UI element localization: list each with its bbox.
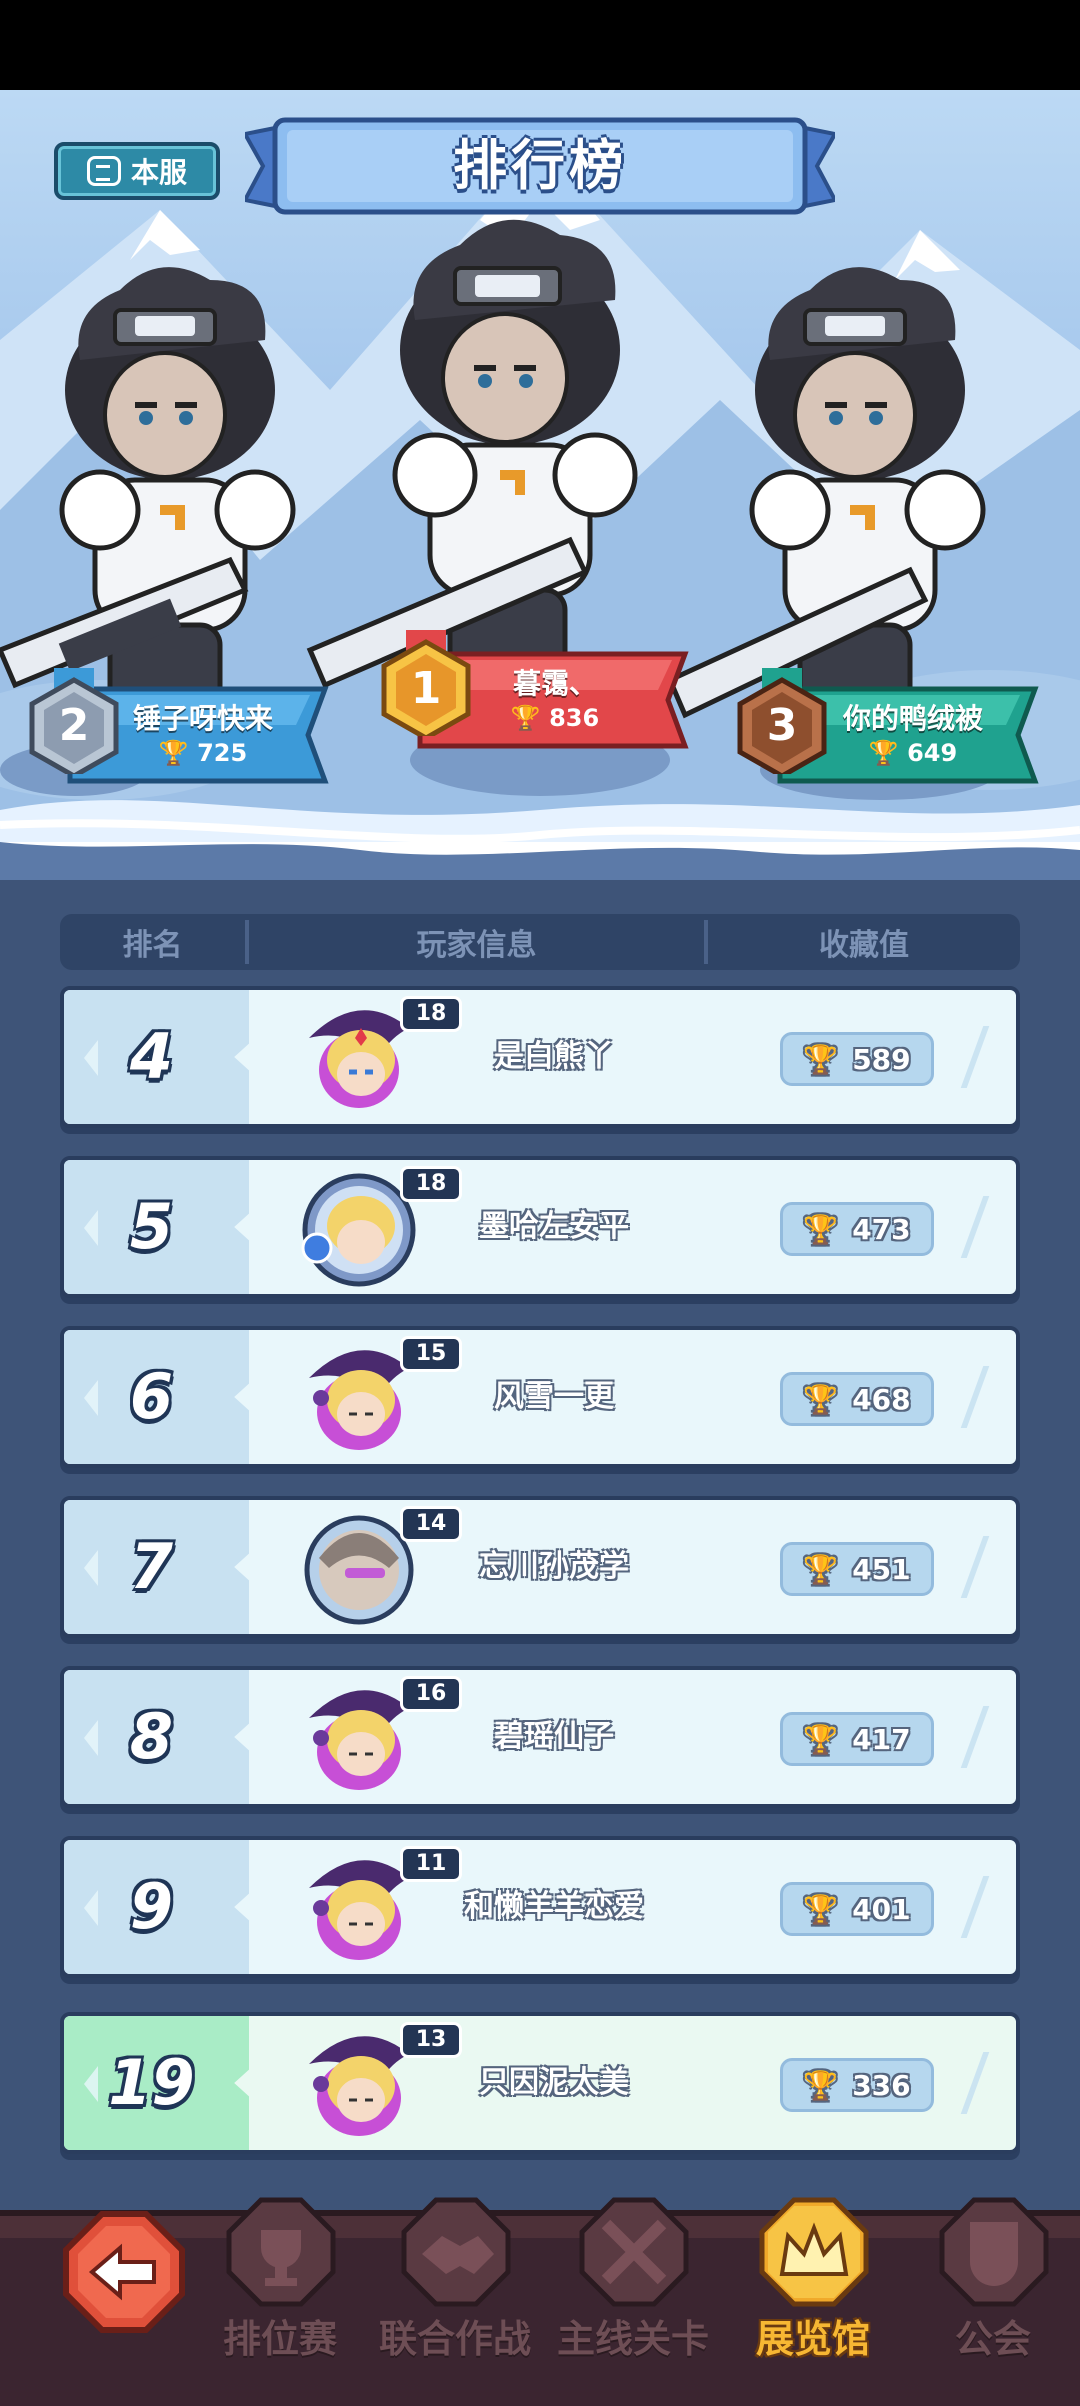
medal-rank-3: 3 bbox=[766, 700, 798, 751]
status-bar bbox=[0, 0, 1080, 90]
rank-number: 6 bbox=[129, 1360, 174, 1433]
trophy-icon bbox=[226, 2197, 336, 2307]
player-name: 碧瑶仙子 bbox=[494, 1719, 614, 1754]
chevron-right-icon bbox=[960, 1196, 1016, 1258]
table-row[interactable]: 9 11 和懒羊羊恋爱 🏆 401 bbox=[60, 1836, 1020, 1978]
player-name: 墨哈左安平 bbox=[479, 1209, 629, 1244]
table-row[interactable]: 8 16 碧瑶仙子 🏆 417 bbox=[60, 1666, 1020, 1808]
chevron-right-icon bbox=[960, 2052, 1016, 2114]
column-player-info: 玩家信息 bbox=[249, 920, 708, 964]
collection-score: 🏆 589 bbox=[780, 1032, 934, 1086]
collection-score: 🏆 401 bbox=[780, 1882, 934, 1936]
table-header: 排名 玩家信息 收藏值 bbox=[60, 914, 1020, 970]
table-row[interactable]: 7 14 忘川孙茂学 🏆 451 bbox=[60, 1496, 1020, 1638]
rank-number: 4 bbox=[129, 1020, 174, 1093]
rank-number: 7 bbox=[129, 1530, 174, 1603]
nav-exhibition-hall[interactable]: 展览馆 bbox=[728, 2196, 898, 2396]
shield-icon bbox=[939, 2197, 1049, 2307]
trophy-icon: 🏆 bbox=[803, 1212, 839, 1246]
podium-scene: 本服 排行榜 锤子呀快来 🏆 725 2 暮霭、 🏆 836 1 你的鸭绒被 🏆… bbox=[0, 90, 1080, 880]
collection-score: 🏆 417 bbox=[780, 1712, 934, 1766]
back-button[interactable] bbox=[62, 2210, 186, 2334]
crown-icon bbox=[759, 2197, 869, 2307]
my-rank-row[interactable]: 19 13 只因泥太美 🏆 336 bbox=[60, 2012, 1020, 2154]
medal-rank-2: 2 bbox=[58, 700, 90, 751]
medal-rank-1: 1 bbox=[410, 663, 442, 714]
player-name: 是白熊丫 bbox=[494, 1039, 614, 1074]
player-name: 忘川孙茂学 bbox=[479, 1549, 629, 1584]
trophy-icon: 🏆 bbox=[803, 2068, 839, 2102]
swap-icon bbox=[86, 156, 121, 186]
trophy-icon: 🏆 bbox=[803, 1042, 839, 1076]
crossed-swords-icon bbox=[579, 2197, 689, 2307]
server-toggle-button[interactable]: 本服 bbox=[54, 142, 220, 200]
trophy-icon: 🏆 bbox=[803, 1722, 839, 1756]
nav-co-op-battle[interactable]: 联合作战 bbox=[370, 2196, 540, 2396]
trophy-icon: 🏆 bbox=[510, 704, 541, 732]
player-name: 和懒羊羊恋爱 bbox=[464, 1889, 644, 1924]
podium-name: 你的鸭绒被 bbox=[842, 702, 983, 735]
chevron-right-icon bbox=[960, 1536, 1016, 1598]
podium-name: 锤子呀快来 bbox=[132, 702, 273, 735]
podium-score: 🏆 725 bbox=[158, 739, 248, 767]
collection-score: 🏆 468 bbox=[780, 1372, 934, 1426]
table-row[interactable]: 5 18 墨哈左安平 🏆 473 bbox=[60, 1156, 1020, 1298]
collection-score: 🏆 473 bbox=[780, 1202, 934, 1256]
table-row[interactable]: 6 15 风雪一更 🏆 468 bbox=[60, 1326, 1020, 1468]
podium-score: 🏆 836 bbox=[510, 704, 600, 732]
trophy-icon: 🏆 bbox=[158, 739, 189, 767]
server-label: 本服 bbox=[130, 156, 187, 189]
collection-score: 🏆 451 bbox=[780, 1542, 934, 1596]
rank-number: 9 bbox=[129, 1870, 174, 1943]
chevron-right-icon bbox=[960, 1876, 1016, 1938]
trophy-icon: 🏆 bbox=[868, 739, 899, 767]
player-name: 只因泥太美 bbox=[479, 2065, 629, 2100]
column-rank: 排名 bbox=[60, 920, 249, 964]
chevron-right-icon bbox=[960, 1026, 1016, 1088]
trophy-icon: 🏆 bbox=[803, 1382, 839, 1416]
rank-number: 19 bbox=[108, 2046, 195, 2119]
handshake-icon bbox=[401, 2197, 511, 2307]
nav-main-stage[interactable]: 主线关卡 bbox=[548, 2196, 718, 2396]
rank-number: 5 bbox=[129, 1190, 174, 1263]
podium-score: 🏆 649 bbox=[868, 739, 958, 767]
nav-ranked-match[interactable]: 排位赛 bbox=[195, 2196, 365, 2396]
player-name: 风雪一更 bbox=[494, 1379, 614, 1414]
chevron-right-icon bbox=[960, 1366, 1016, 1428]
trophy-icon: 🏆 bbox=[803, 1552, 839, 1586]
podium-name: 暮霭、 bbox=[512, 667, 597, 700]
trophy-icon: 🏆 bbox=[803, 1892, 839, 1926]
nav-guild[interactable]: 公会 bbox=[908, 2196, 1078, 2396]
column-collection-value: 收藏值 bbox=[819, 928, 909, 963]
chevron-right-icon bbox=[960, 1706, 1016, 1768]
rank-number: 8 bbox=[129, 1700, 174, 1773]
table-row[interactable]: 4 18 是白熊丫 🏆 589 bbox=[60, 986, 1020, 1128]
collection-score: 🏆 336 bbox=[780, 2058, 934, 2112]
